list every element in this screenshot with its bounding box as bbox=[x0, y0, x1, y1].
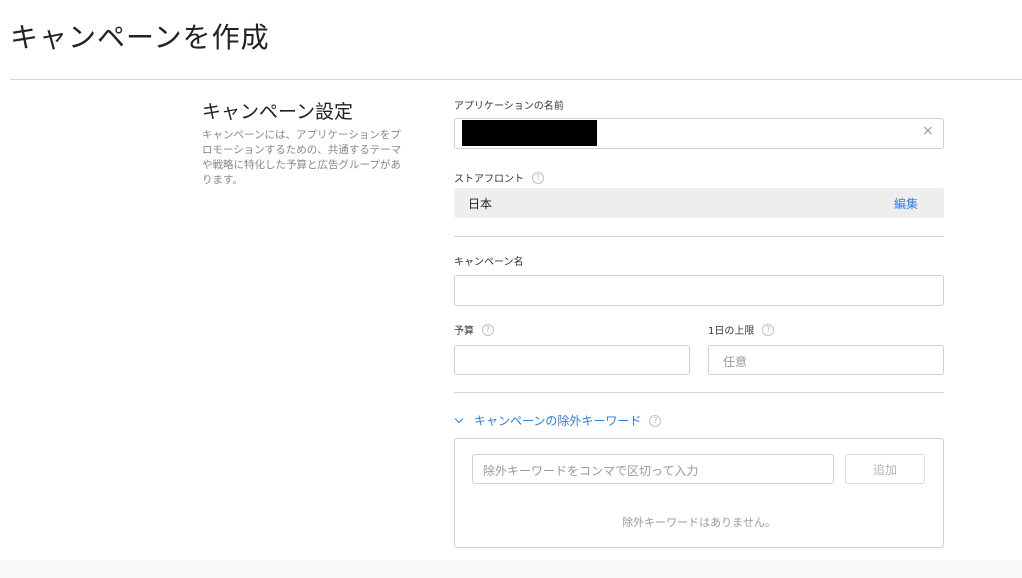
budget-field[interactable] bbox=[454, 345, 690, 375]
negative-keywords-toggle-label: キャンペーンの除外キーワード bbox=[474, 414, 642, 428]
budget-label-text: 予算 bbox=[454, 326, 474, 337]
daily-cap-field[interactable]: 任意 bbox=[708, 345, 944, 375]
storefront-label: ストアフロント ? bbox=[454, 170, 544, 185]
negative-keywords-input[interactable]: 除外キーワードをコンマで区切って入力 bbox=[472, 454, 834, 484]
storefront-label-text: ストアフロント bbox=[454, 174, 524, 185]
add-button[interactable]: 追加 bbox=[845, 454, 925, 484]
storefront-edit-link[interactable]: 編集 bbox=[894, 195, 918, 212]
title-divider bbox=[10, 79, 1022, 80]
app-name-label-text: アプリケーションの名前 bbox=[454, 101, 564, 112]
daily-cap-label: 1日の上限 ? bbox=[708, 322, 775, 337]
storefront-row: 日本 編集 bbox=[454, 188, 944, 218]
help-icon[interactable]: ? bbox=[482, 323, 494, 336]
daily-cap-label-text: 1日の上限 bbox=[708, 326, 755, 337]
app-name-label: アプリケーションの名前 bbox=[454, 97, 564, 112]
help-icon[interactable]: ? bbox=[532, 171, 544, 184]
chevron-down-icon bbox=[454, 414, 464, 423]
help-icon[interactable]: ? bbox=[762, 323, 775, 336]
budget-label: 予算 ? bbox=[454, 322, 494, 337]
section-divider bbox=[454, 392, 944, 393]
campaign-name-label: キャンペーン名 bbox=[454, 253, 524, 268]
section-divider bbox=[454, 236, 944, 237]
daily-cap-placeholder: 任意 bbox=[723, 355, 748, 369]
campaign-name-label-text: キャンペーン名 bbox=[454, 257, 524, 268]
page-title: キャンペーンを作成 bbox=[10, 21, 270, 54]
section-description: キャンペーンには、アプリケーションをプロモーションするための、共通するテーマや戦… bbox=[202, 129, 402, 186]
page-footer-strip bbox=[0, 560, 1022, 578]
section-title: キャンペーン設定 bbox=[202, 101, 354, 123]
campaign-name-field[interactable] bbox=[454, 275, 944, 306]
empty-state-message: 除外キーワードはありません。 bbox=[622, 516, 776, 529]
redacted-app-name bbox=[462, 120, 597, 146]
help-icon[interactable]: ? bbox=[649, 414, 662, 427]
clear-icon[interactable]: × bbox=[922, 123, 934, 139]
negative-keywords-placeholder: 除外キーワードをコンマで区切って入力 bbox=[483, 464, 699, 478]
negative-keywords-toggle[interactable]: キャンペーンの除外キーワード ? bbox=[454, 412, 662, 429]
storefront-value: 日本 bbox=[468, 197, 493, 211]
